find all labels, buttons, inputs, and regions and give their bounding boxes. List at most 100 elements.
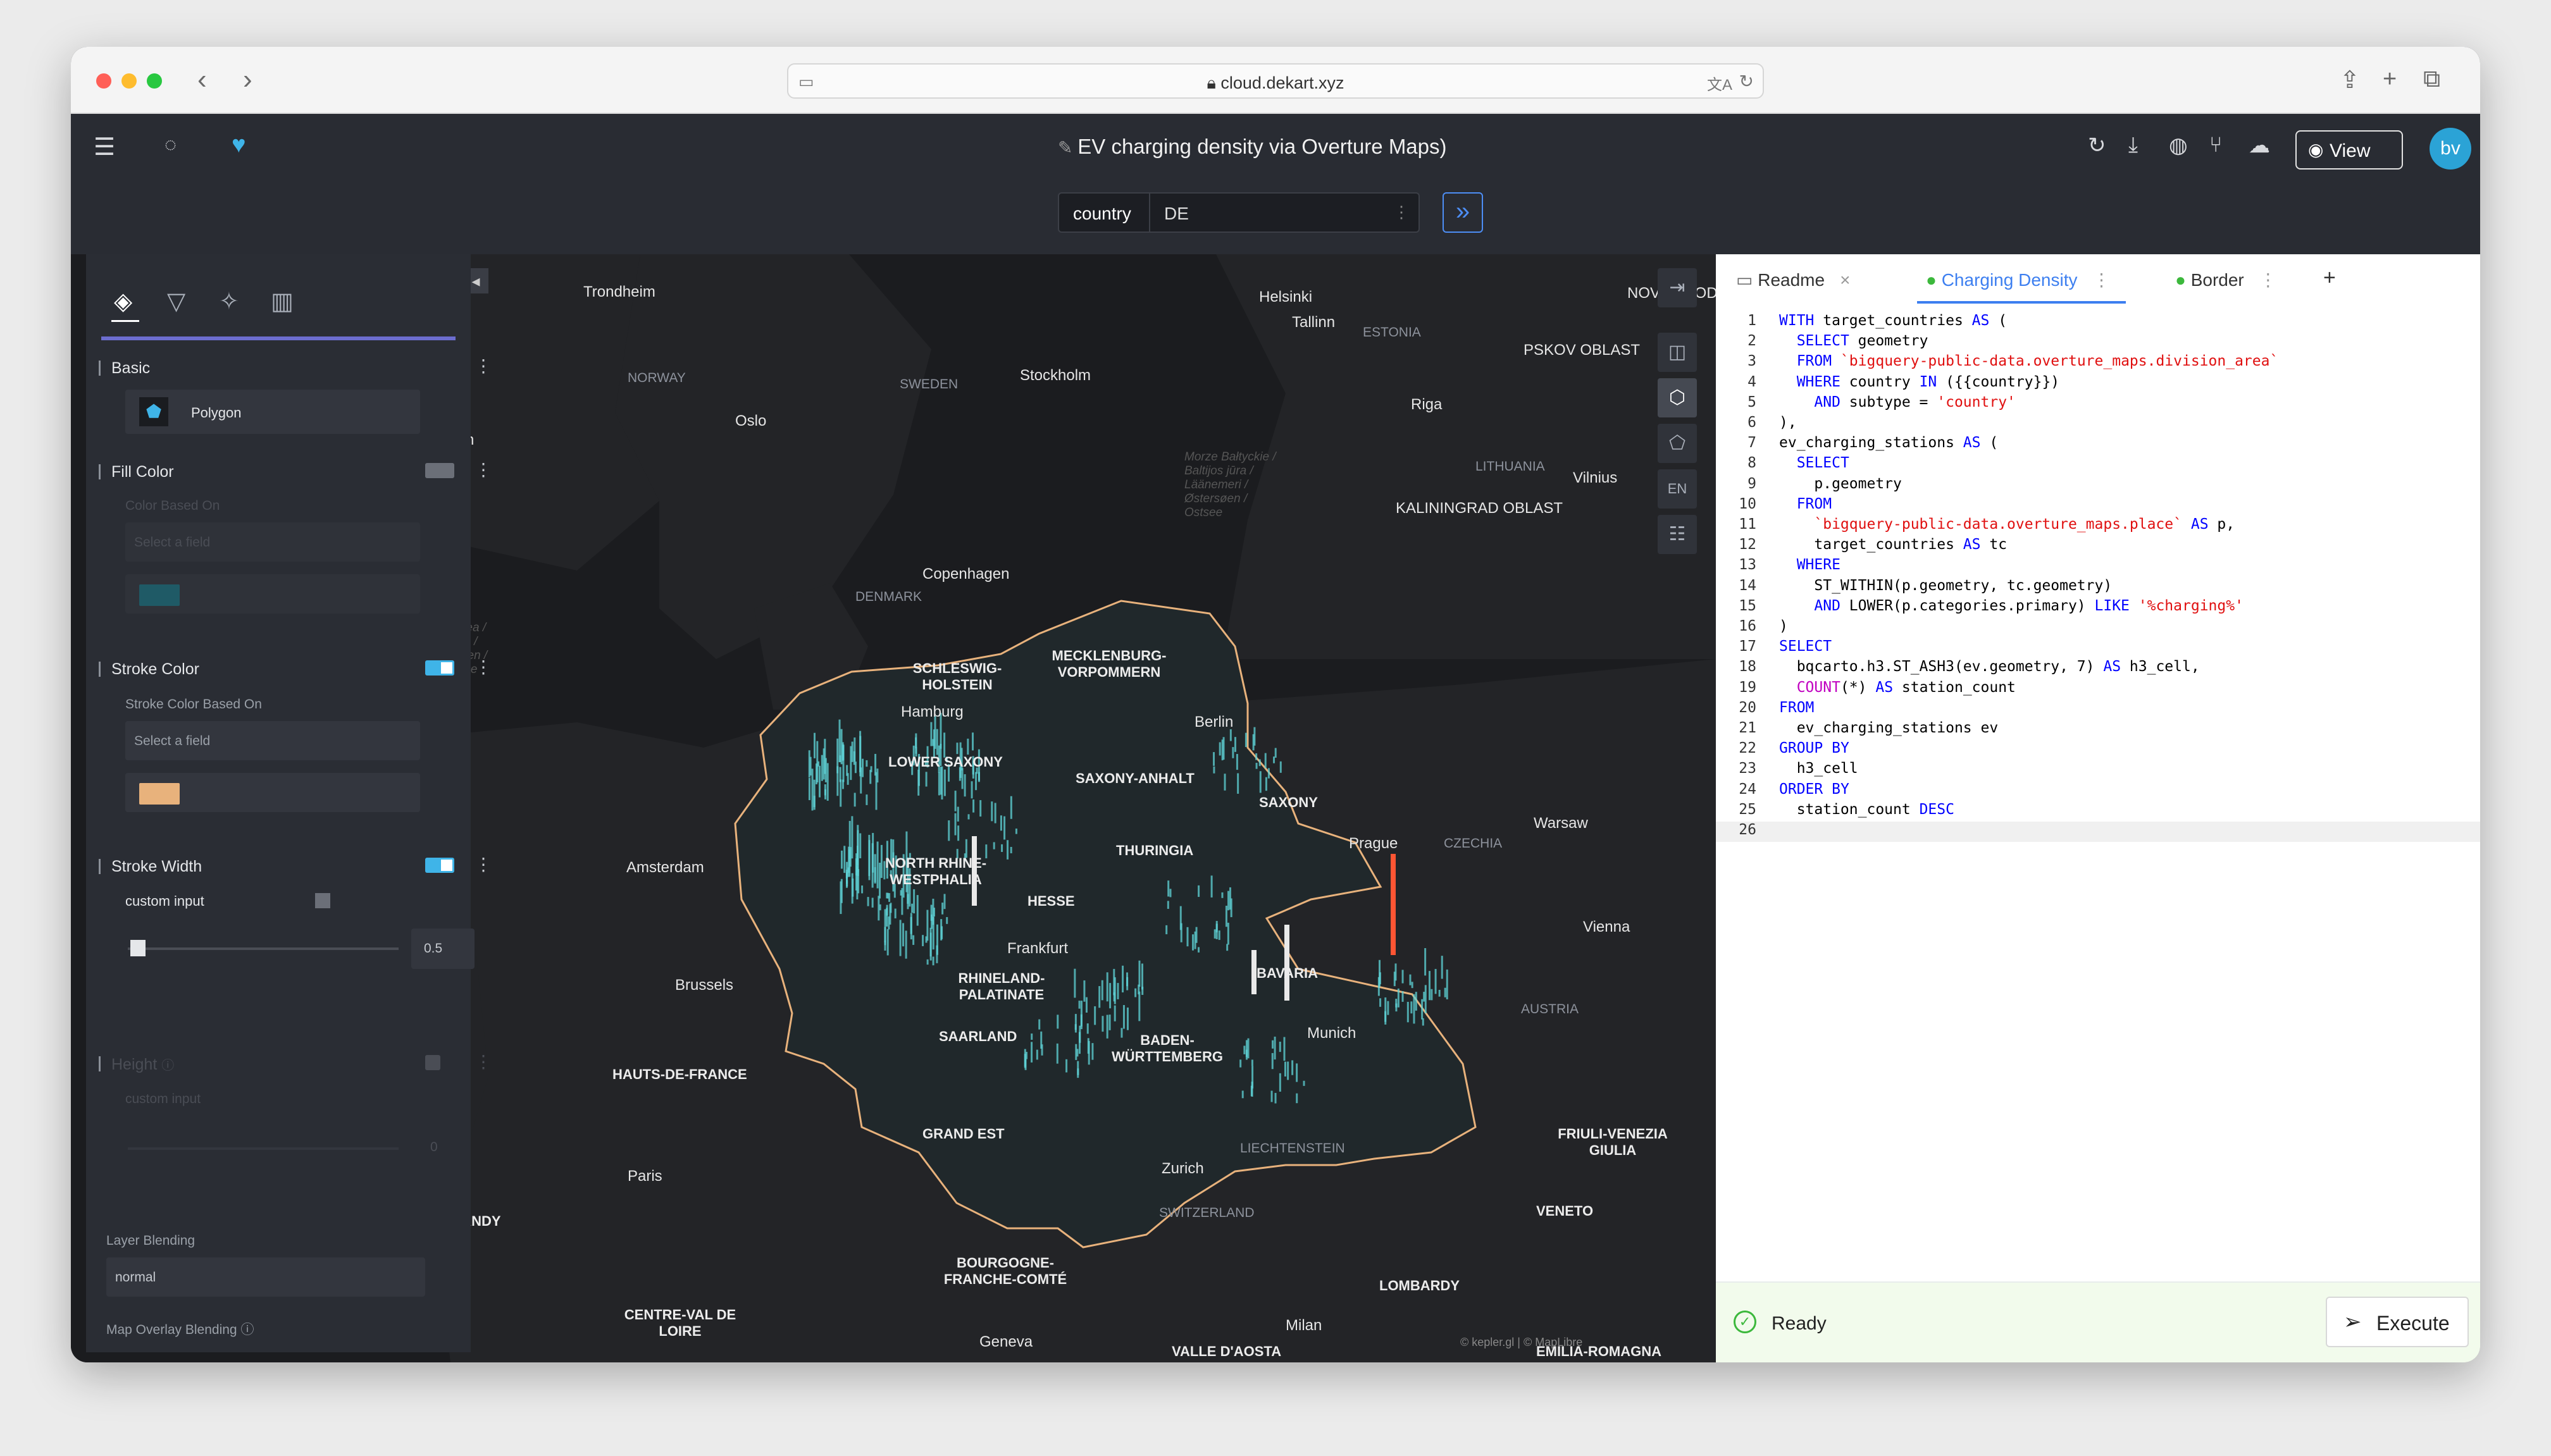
code-line[interactable]: 5 AND subtype = 'country': [1716, 394, 2480, 414]
new-tab-icon[interactable]: +: [2383, 66, 2397, 93]
code-line[interactable]: 20 FROM: [1716, 700, 2480, 720]
translate-icon[interactable]: 文A: [1707, 72, 1732, 94]
basemap-icon[interactable]: ▥: [271, 287, 294, 316]
density-bar: [1213, 929, 1216, 939]
back-button[interactable]: ‹: [197, 66, 207, 94]
density-bar: [1221, 892, 1224, 898]
close-window-button[interactable]: [96, 73, 111, 89]
density-bar: [813, 732, 816, 758]
code-line[interactable]: 21 ev_charging_stations ev: [1716, 720, 2480, 740]
code-line[interactable]: 25 station_count DESC: [1716, 801, 2480, 822]
stroke-width-label: Stroke Width: [98, 858, 202, 875]
status-dot: ●: [2175, 270, 2191, 290]
code-line[interactable]: 3 FROM `bigquery-public-data.overture_ma…: [1716, 353, 2480, 373]
stroke-width-more-icon[interactable]: ⋮: [475, 854, 492, 875]
code-line[interactable]: 24 ORDER BY: [1716, 781, 2480, 801]
code-line[interactable]: 4 WHERE country IN ({{country}}): [1716, 374, 2480, 394]
density-bar: [1079, 1025, 1081, 1043]
execute-button[interactable]: ➢ Execute: [2326, 1297, 2469, 1347]
code-line[interactable]: 10 FROM: [1716, 496, 2480, 516]
avatar[interactable]: bv: [2430, 128, 2471, 170]
code-line[interactable]: 17 SELECT: [1716, 638, 2480, 658]
layer-type-select[interactable]: ⬟ Polygon: [125, 390, 420, 434]
code-line[interactable]: 2 SELECT geometry: [1716, 333, 2480, 353]
expand-button[interactable]: »: [1443, 192, 1483, 233]
height-slider[interactable]: [128, 1147, 399, 1150]
stroke-color-toggle[interactable]: [425, 660, 454, 676]
stroke-more-icon[interactable]: ⋮: [475, 657, 492, 677]
basic-more-icon[interactable]: ⋮: [475, 355, 492, 376]
code-line[interactable]: 13 WHERE: [1716, 557, 2480, 577]
stroke-width-handle[interactable]: [130, 940, 146, 956]
minimize-window-button[interactable]: [121, 73, 137, 89]
report-title[interactable]: ✎ EV charging density via Overture Maps): [1058, 135, 1501, 159]
stroke-color-picker[interactable]: [125, 773, 420, 812]
draw-polygon-icon[interactable]: ⬠: [1658, 424, 1697, 463]
density-bar: [1038, 1019, 1041, 1030]
interactions-icon[interactable]: ✧: [219, 287, 239, 316]
map-view[interactable]: TrondheimNORWAYSWEDENStockholmOsloBergen…: [71, 254, 1716, 1362]
line-number: 12: [1739, 536, 1756, 553]
add-tab-button[interactable]: +: [2323, 266, 2336, 290]
density-bar: [1255, 763, 1258, 769]
code-line[interactable]: 8 SELECT: [1716, 455, 2480, 475]
height-more-icon[interactable]: ⋮: [475, 1051, 492, 1072]
tab-readme[interactable]: ▭ Readme ×: [1736, 269, 1850, 290]
code-line[interactable]: 1 WITH target_countries AS (: [1716, 312, 2480, 333]
more-icon[interactable]: ⋮: [2259, 270, 2277, 290]
more-icon[interactable]: ⋮: [1393, 202, 1410, 222]
code-line[interactable]: 22 GROUP BY: [1716, 740, 2480, 760]
fill-color-picker[interactable]: [125, 574, 420, 614]
fork-icon[interactable]: ⑂: [2209, 133, 2222, 157]
stroke-width-toggle[interactable]: [425, 858, 454, 873]
refresh-icon[interactable]: ↻: [2088, 133, 2106, 158]
download-icon[interactable]: ⤓: [2128, 133, 2138, 157]
collapse-right-icon[interactable]: ⇥: [1658, 268, 1697, 307]
code-line[interactable]: 9 p.geometry: [1716, 476, 2480, 496]
legend-icon[interactable]: ☷: [1658, 515, 1697, 554]
share-icon[interactable]: ⇪: [2340, 66, 2360, 94]
layers-icon[interactable]: ◈: [114, 287, 132, 316]
language-button[interactable]: EN: [1658, 469, 1697, 509]
layer-blending-select[interactable]: normal: [106, 1257, 425, 1297]
param-value-input[interactable]: DE ⋮: [1149, 192, 1420, 233]
globe-icon[interactable]: ◍: [2169, 133, 2188, 158]
address-bar[interactable]: ▭ 🔒︎ cloud.dekart.xyz 文A ↻: [787, 63, 1764, 99]
map-attribution[interactable]: © kepler.gl | © MapLibre: [1460, 1336, 1582, 1349]
stroke-field-select[interactable]: Select a field: [125, 721, 420, 760]
reload-icon[interactable]: ↻: [1739, 71, 1754, 92]
code-line[interactable]: 18 bqcarto.h3.ST_ASH3(ev.geometry, 7) AS…: [1716, 658, 2480, 679]
custom-input-checkbox[interactable]: [315, 893, 330, 908]
view-button[interactable]: ◉ View: [2295, 130, 2403, 170]
fill-field-select[interactable]: Select a field: [125, 522, 420, 562]
tab-border[interactable]: ● Border ⋮: [2175, 269, 2277, 290]
cloud-icon[interactable]: ☁: [2249, 133, 2270, 158]
code-line[interactable]: 12 target_countries AS tc: [1716, 536, 2480, 557]
code-line[interactable]: 26: [1716, 822, 2480, 842]
filter-icon[interactable]: ▽: [167, 287, 185, 316]
stroke-width-input[interactable]: 0.5: [411, 929, 475, 969]
heart-icon[interactable]: ♥: [232, 132, 246, 159]
code-line[interactable]: 14 ST_WITHIN(p.geometry, tc.geometry): [1716, 577, 2480, 598]
height-toggle[interactable]: [425, 1055, 440, 1070]
3d-view-icon[interactable]: ⬡: [1658, 378, 1697, 417]
tab-charging-density[interactable]: ● Charging Density ⋮: [1926, 269, 2110, 290]
code-line[interactable]: 7 ev_charging_stations AS (: [1716, 435, 2480, 455]
code-line[interactable]: 6),: [1716, 414, 2480, 435]
chat-icon[interactable]: ◌: [164, 133, 177, 156]
fill-color-toggle[interactable]: [425, 463, 454, 478]
menu-icon[interactable]: ☰: [94, 133, 115, 161]
close-icon[interactable]: ×: [1840, 270, 1850, 290]
code-line[interactable]: 16): [1716, 618, 2480, 638]
more-icon[interactable]: ⋮: [2092, 270, 2110, 290]
stroke-width-slider[interactable]: [128, 947, 399, 950]
code-line[interactable]: 23 h3_cell: [1716, 760, 2480, 780]
fill-more-icon[interactable]: ⋮: [475, 459, 492, 480]
tabs-overview-icon[interactable]: ⧉: [2423, 66, 2440, 93]
zoom-window-button[interactable]: [147, 73, 162, 89]
forward-button[interactable]: ›: [243, 66, 252, 94]
split-map-icon[interactable]: ◫: [1658, 333, 1697, 372]
code-line[interactable]: 11 `bigquery-public-data.overture_maps.p…: [1716, 516, 2480, 536]
code-line[interactable]: 15 AND LOWER(p.categories.primary) LIKE …: [1716, 598, 2480, 618]
code-line[interactable]: 19 COUNT(*) AS station_count: [1716, 679, 2480, 700]
